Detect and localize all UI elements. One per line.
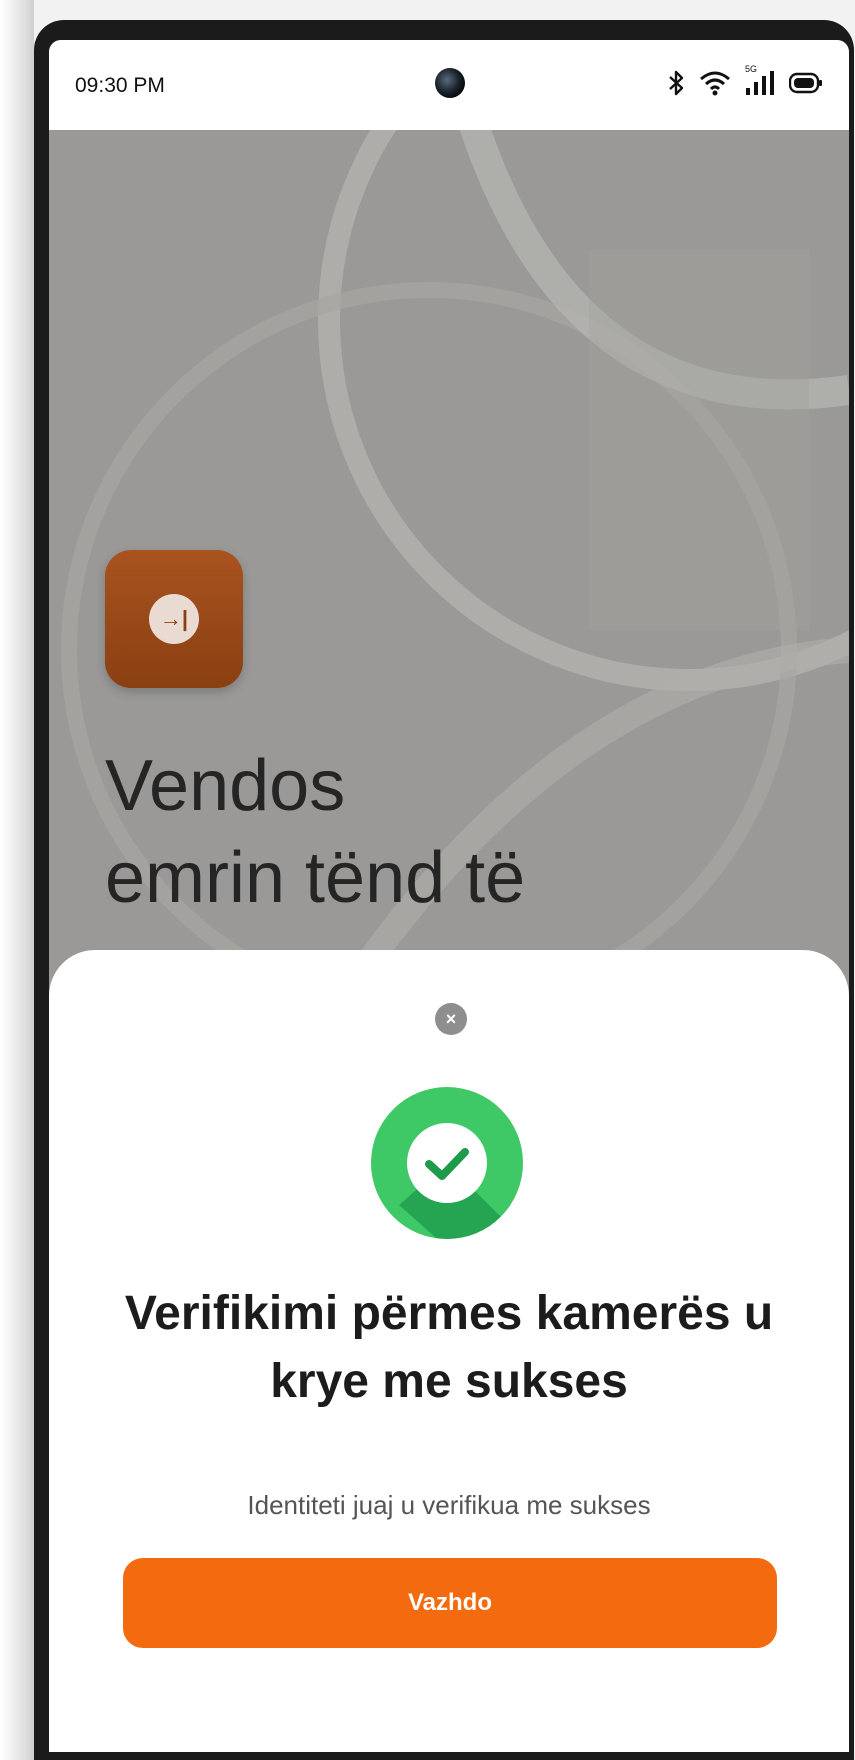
login-arrow-icon: →| [149, 594, 199, 644]
continue-button[interactable]: Vazhdo [123, 1558, 777, 1648]
phone-screen: 09:30 PM 5G →| Vendos emrin tënd të × Ve… [49, 40, 849, 1752]
device-edge [0, 0, 34, 1760]
battery-icon [788, 72, 823, 99]
success-bottom-sheet: × Verifikimi përmes kamerës u krye me su… [49, 950, 849, 1752]
app-icon-tile: →| [105, 550, 243, 688]
camera-icon [435, 68, 465, 98]
wifi-icon [699, 70, 731, 101]
status-icons: 5G [667, 64, 823, 101]
status-time: 09:30 PM [75, 74, 165, 97]
page-title: Vendos emrin tënd të [105, 746, 526, 918]
close-icon[interactable]: × [435, 1003, 467, 1035]
status-bar: 09:30 PM 5G [49, 40, 849, 130]
network-label: 5G [745, 64, 758, 74]
bluetooth-icon [667, 70, 685, 101]
dialog-title: Verifikimi përmes kamerës u krye me suks… [124, 1287, 774, 1408]
signal-icon: 5G [745, 64, 775, 101]
dialog-subtitle: Identiteti juaj u verifikua me sukses [247, 1490, 651, 1520]
success-check-icon [371, 1087, 523, 1239]
